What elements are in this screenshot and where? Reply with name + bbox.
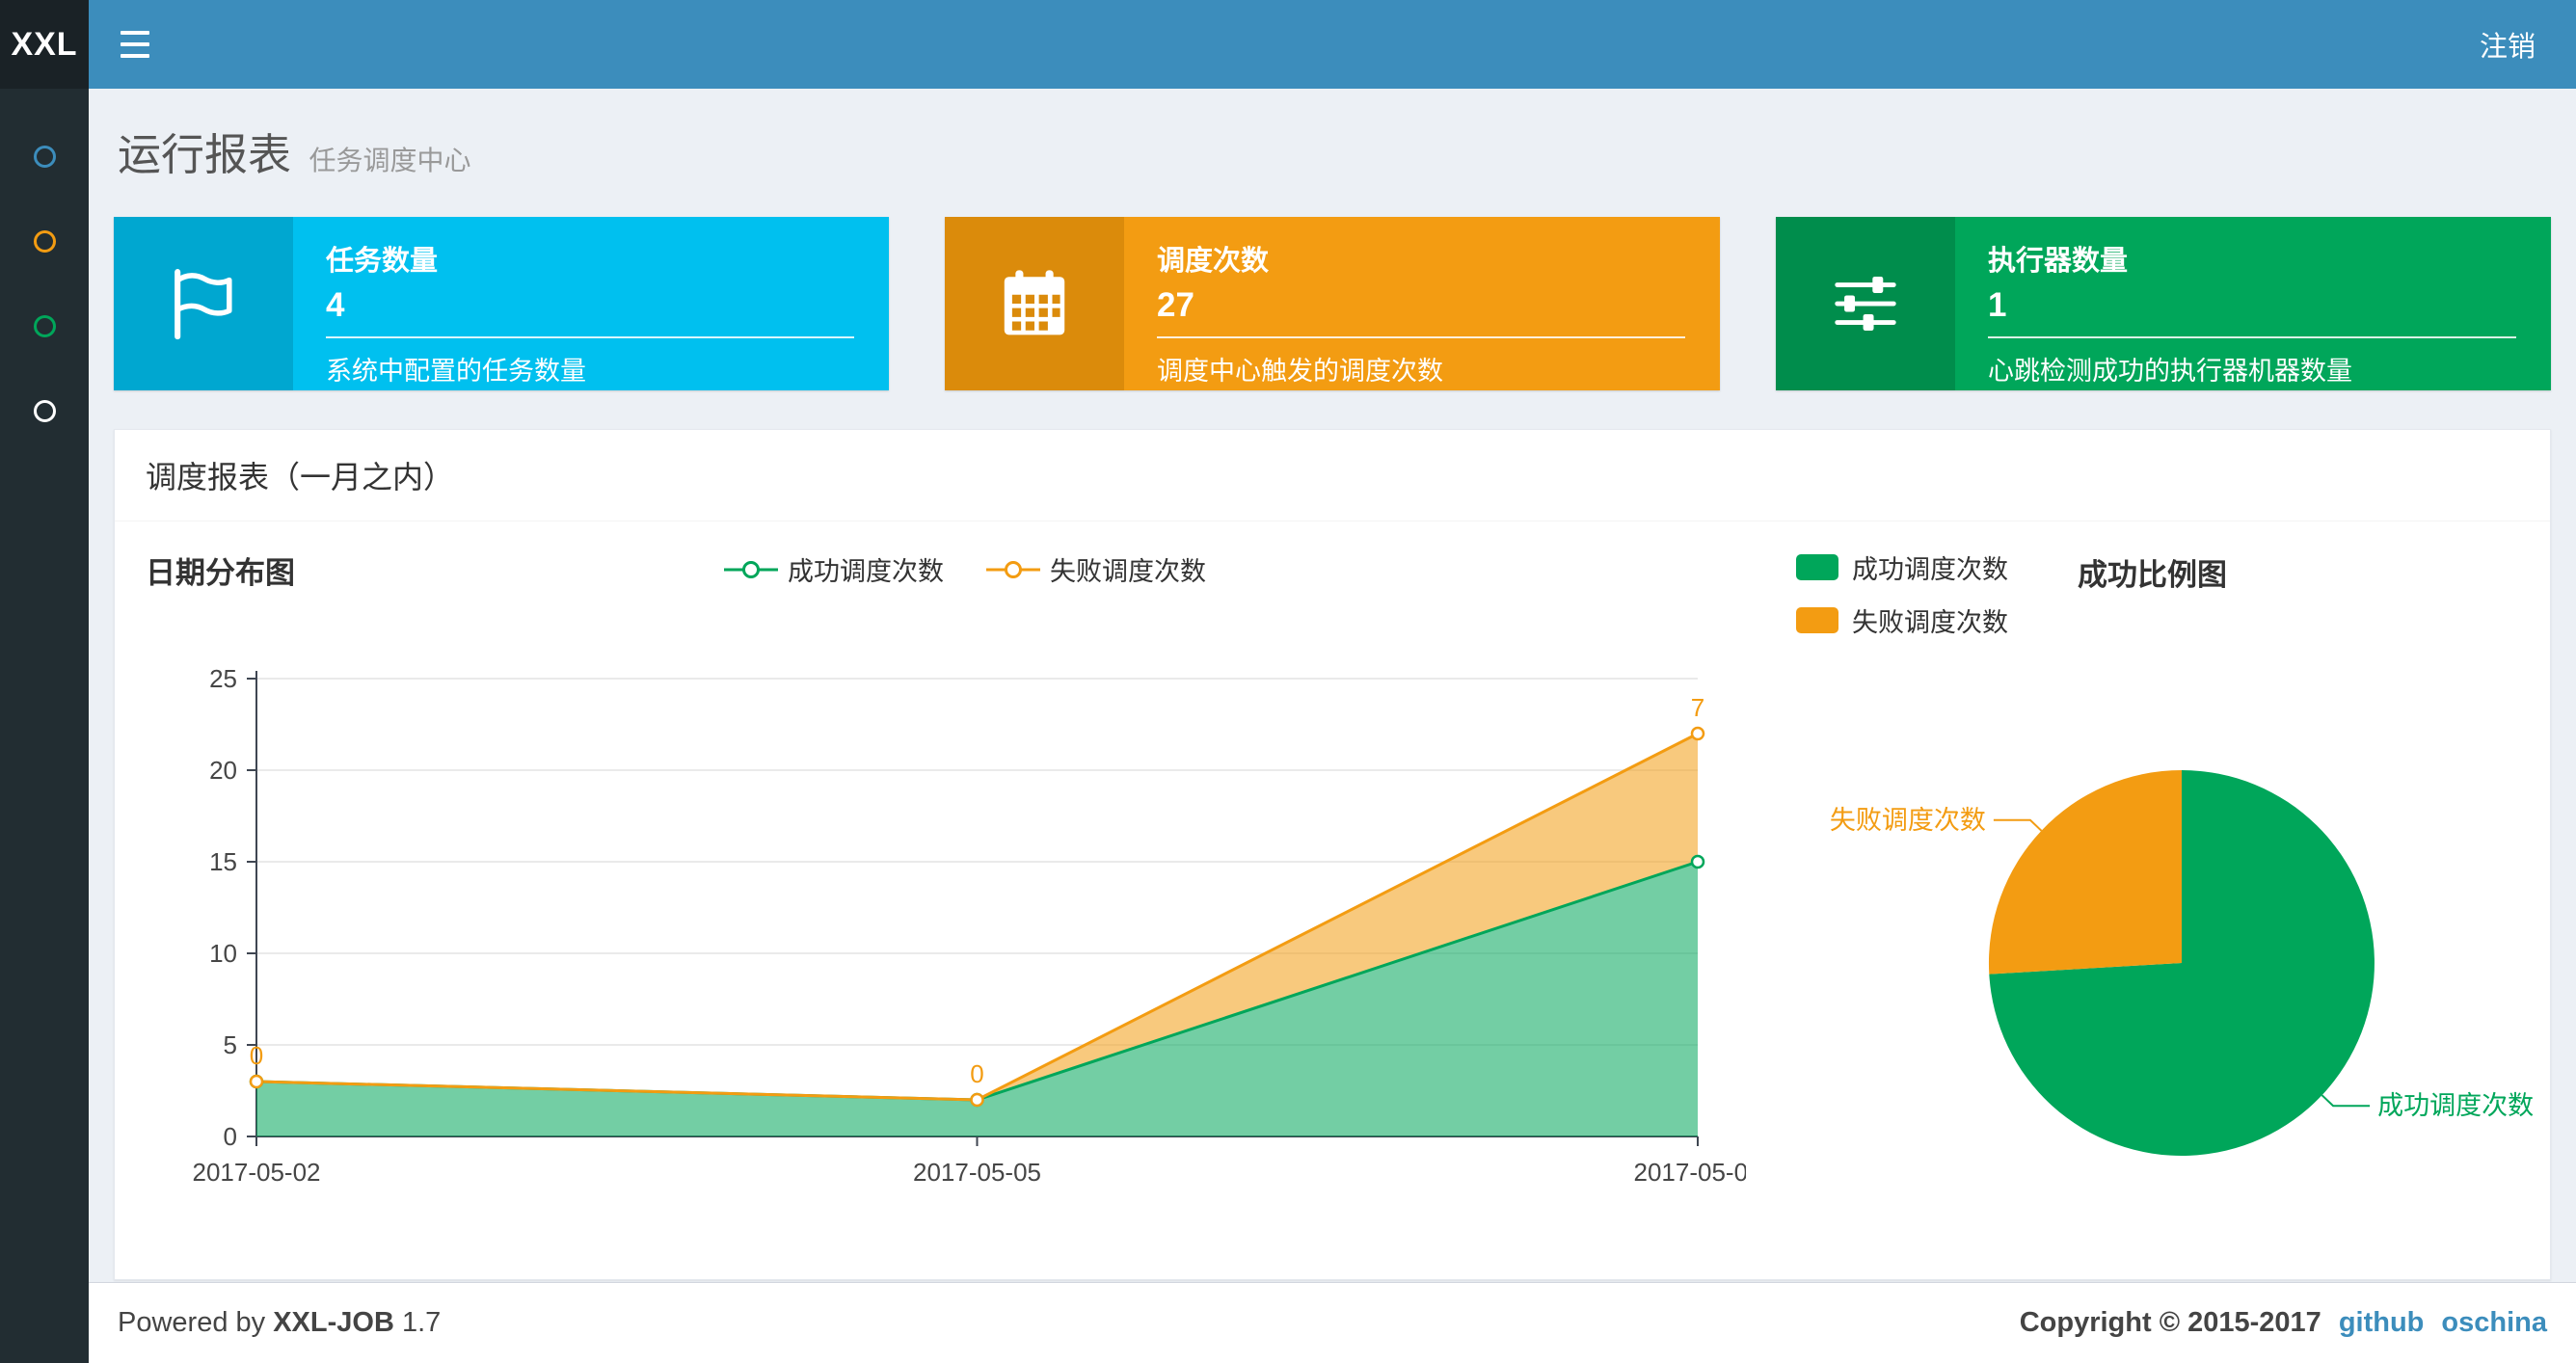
svg-text:15: 15 — [209, 847, 237, 876]
version: 1.7 — [401, 1307, 442, 1338]
sidebar — [0, 89, 89, 1363]
info-box-value: 4 — [326, 286, 345, 324]
info-box-icon-area — [1776, 217, 1955, 390]
legend-line-marker-icon — [986, 560, 1040, 578]
page-subtitle: 任务调度中心 — [309, 146, 471, 175]
legend-label: 失败调度次数 — [1852, 608, 2008, 637]
date-distribution-chart-area: 日期分布图 成功调度次数 失败调度次数 0 5 10 15 20 25 2017-05-02 2… — [146, 548, 1784, 1243]
app-window: XXL 注销 运行报表 任务调度中心 任务数量 4 系统中配置的任务数量 调度次… — [0, 0, 2576, 1363]
hamburger-icon — [121, 31, 149, 35]
legend-swatch-icon — [1796, 607, 1838, 633]
divider — [1157, 336, 1685, 338]
page-title: 运行报表 — [118, 130, 292, 179]
divider — [326, 336, 854, 338]
sidebar-item-jobinfo[interactable] — [0, 199, 89, 283]
report-panel-body: 日期分布图 成功调度次数 失败调度次数 0 5 10 15 20 25 2017-05-02 2… — [115, 521, 2550, 1279]
legend-label: 失败调度次数 — [1050, 557, 1206, 586]
svg-text:25: 25 — [209, 664, 237, 693]
info-box-icon-area — [945, 217, 1124, 390]
svg-text:0: 0 — [224, 1122, 237, 1151]
info-box-content: 任务数量 4 系统中配置的任务数量 — [293, 217, 889, 390]
pie-chart-legend: 成功调度次数 失败调度次数 — [1796, 548, 2008, 639]
sidebar-item-dashboard[interactable] — [0, 114, 89, 199]
hamburger-icon — [121, 54, 149, 58]
info-box-icon-area — [114, 217, 293, 390]
legend-label: 成功调度次数 — [1852, 555, 2008, 584]
sidebar-item-help[interactable] — [0, 368, 89, 453]
pie-chart-header: 成功调度次数 失败调度次数 成功比例图 — [1796, 548, 2548, 639]
legend-label: 成功调度次数 — [788, 557, 944, 586]
brand-name: XXL-JOB — [273, 1307, 394, 1338]
info-box-description: 心跳检测成功的执行器机器数量 — [1988, 357, 2352, 386]
info-box-executor-count: 执行器数量 1 心跳检测成功的执行器机器数量 — [1776, 217, 2551, 390]
top-navbar: XXL 注销 — [0, 0, 2576, 89]
info-box-description: 调度中心触发的调度次数 — [1157, 357, 1443, 386]
success-ratio-chart-area: 成功调度次数 失败调度次数 成功比例图 成功调度次数 失败调度次数 — [1784, 548, 2548, 1243]
hamburger-icon — [121, 42, 149, 46]
powered-by: Powered by XXL-JOB 1.7 — [118, 1307, 442, 1338]
svg-text:2017-05-05: 2017-05-05 — [913, 1158, 1041, 1187]
info-box-value: 27 — [1157, 286, 1194, 324]
svg-text:失败调度次数: 失败调度次数 — [1830, 806, 1986, 835]
line-chart-header: 日期分布图 成功调度次数 失败调度次数 — [146, 548, 1784, 604]
info-box-description: 系统中配置的任务数量 — [326, 357, 586, 386]
info-box-value: 1 — [1988, 286, 2007, 324]
sliders-icon — [1835, 276, 1896, 332]
svg-text:5: 5 — [224, 1030, 237, 1059]
divider — [1988, 336, 2516, 338]
line-chart-legend: 成功调度次数 失败调度次数 — [146, 550, 1784, 588]
circle-icon — [33, 229, 56, 253]
flag-icon — [174, 269, 232, 340]
legend-item[interactable]: 成功调度次数 — [724, 550, 944, 588]
svg-text:成功调度次数: 成功调度次数 — [2377, 1091, 2534, 1120]
logout-button[interactable]: 注销 — [2439, 0, 2576, 89]
svg-text:0: 0 — [970, 1059, 983, 1088]
main-content: 运行报表 任务调度中心 任务数量 4 系统中配置的任务数量 调度次数 27 调度… — [89, 89, 2576, 1280]
line-area-chart[interactable]: 05101520252017-05-022017-05-052017-05-08… — [146, 626, 1747, 1243]
circle-icon — [33, 314, 56, 337]
svg-text:20: 20 — [209, 756, 237, 785]
info-box-trigger-count: 调度次数 27 调度中心触发的调度次数 — [945, 217, 1720, 390]
report-panel: 调度报表（一月之内） 日期分布图 成功调度次数 失败调度次数 0 5 10 15 20 25… — [114, 429, 2551, 1280]
sidebar-toggle-button[interactable] — [89, 0, 181, 89]
info-box-content: 调度次数 27 调度中心触发的调度次数 — [1124, 217, 1720, 390]
oschina-link[interactable]: oschina — [2441, 1307, 2547, 1339]
sidebar-item-joblog[interactable] — [0, 283, 89, 368]
info-box-title: 执行器数量 — [1988, 246, 2129, 277]
calendar-icon — [1004, 270, 1065, 335]
app-logo[interactable]: XXL — [0, 0, 89, 89]
circle-icon — [33, 145, 56, 168]
copyright-area: Copyright © 2015-2017 github oschina — [2020, 1307, 2547, 1339]
info-box-job-count: 任务数量 4 系统中配置的任务数量 — [114, 217, 889, 390]
legend-swatch-icon — [1796, 554, 1838, 580]
github-link[interactable]: github — [2339, 1307, 2425, 1339]
report-panel-title: 调度报表（一月之内） — [115, 430, 2550, 521]
svg-text:10: 10 — [209, 939, 237, 968]
svg-text:2017-05-02: 2017-05-02 — [193, 1158, 321, 1187]
page-footer: Powered by XXL-JOB 1.7 Copyright © 2015-… — [89, 1282, 2576, 1363]
pie-chart[interactable]: 成功调度次数 失败调度次数 — [1796, 664, 2548, 1243]
svg-text:0: 0 — [250, 1041, 263, 1070]
circle-icon — [33, 399, 56, 422]
info-box-title: 调度次数 — [1157, 246, 1270, 277]
svg-text:7: 7 — [1691, 693, 1704, 722]
legend-item[interactable]: 成功调度次数 — [1796, 548, 2008, 586]
page-header: 运行报表 任务调度中心 — [114, 116, 2551, 182]
info-box-title: 任务数量 — [326, 246, 439, 277]
info-box-content: 执行器数量 1 心跳检测成功的执行器机器数量 — [1955, 217, 2551, 390]
copyright-text: Copyright © 2015-2017 — [2019, 1307, 2321, 1338]
svg-text:2017-05-08: 2017-05-08 — [1634, 1158, 1747, 1187]
pie-chart-title: 成功比例图 — [2078, 558, 2227, 592]
legend-item[interactable]: 失败调度次数 — [986, 550, 1206, 588]
legend-item[interactable]: 失败调度次数 — [1796, 601, 2008, 639]
legend-line-marker-icon — [724, 560, 778, 578]
info-box-row: 任务数量 4 系统中配置的任务数量 调度次数 27 调度中心触发的调度次数 执行… — [114, 217, 2551, 390]
